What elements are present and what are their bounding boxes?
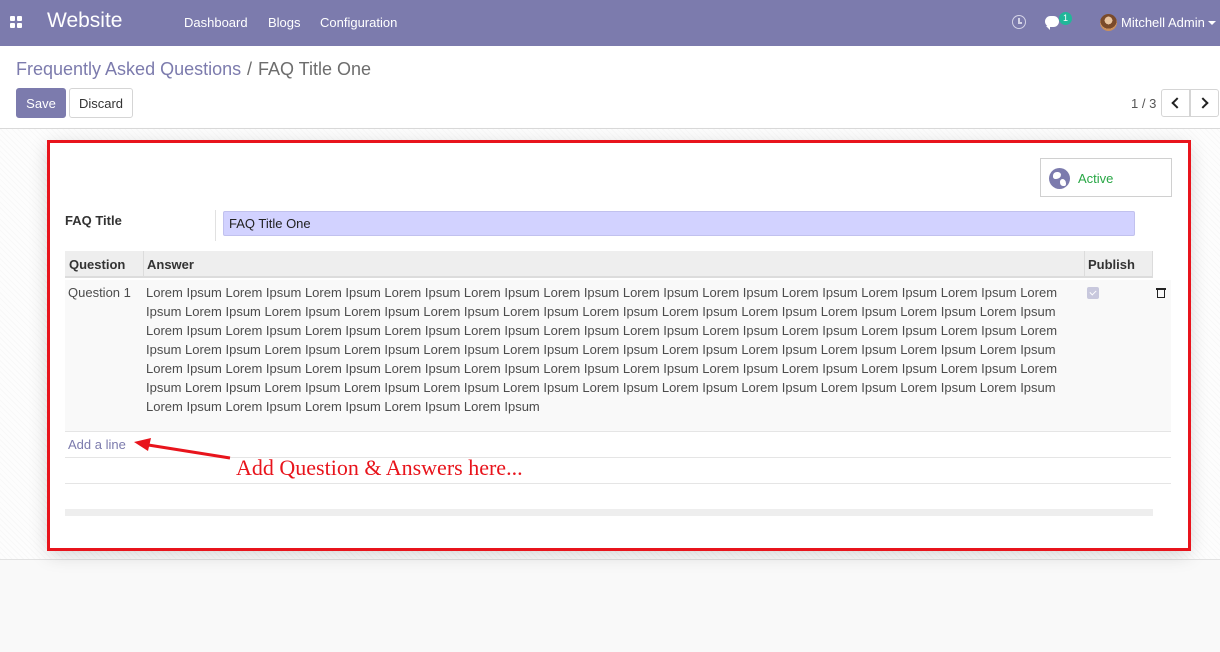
chevron-left-icon [1171,97,1183,109]
faq-title-input[interactable] [223,211,1135,236]
pager-previous-button[interactable] [1161,89,1190,117]
active-toggle-button[interactable]: Active [1040,158,1172,197]
breadcrumb-current: FAQ Title One [258,59,372,79]
table-header: Question Answer Publish [65,251,1153,278]
menu-configuration[interactable]: Configuration [320,15,397,30]
save-button[interactable]: Save [16,88,66,118]
breadcrumb-separator: / [247,59,253,79]
user-avatar[interactable] [1100,14,1117,31]
globe-icon [1049,168,1070,189]
faq-title-label: FAQ Title [65,213,122,228]
column-answer[interactable]: Answer [143,251,194,278]
menu-dashboard[interactable]: Dashboard [184,15,248,30]
table-footer [65,509,1153,516]
user-menu-caret-icon[interactable] [1208,21,1216,25]
publish-checkbox[interactable] [1087,287,1099,299]
pager-value[interactable]: 1 / 3 [1131,96,1156,111]
arrow-icon [134,438,231,460]
messages-count-badge: 1 [1059,12,1072,25]
trash-icon[interactable] [1156,288,1166,299]
answer-cell: Lorem Ipsum Lorem Ipsum Lorem Ipsum Lore… [146,285,1058,414]
field-divider [215,210,216,241]
column-publish[interactable]: Publish [1084,251,1153,278]
chevron-right-icon [1197,97,1209,109]
discard-button[interactable]: Discard [69,88,133,118]
add-a-line-link[interactable]: Add a line [68,437,126,452]
column-question[interactable]: Question [69,251,125,278]
table-row[interactable]: Question 1 Lorem Ipsum Lorem Ipsum Lorem… [65,280,1171,432]
annotation-text: Add Question & Answers here... [236,455,523,480]
chat-icon[interactable] [1045,16,1059,30]
app-title[interactable]: Website [47,9,122,33]
pager-next-button[interactable] [1190,89,1219,117]
top-navbar: Website Dashboard Blogs Configuration 1 … [0,0,1220,46]
table-divider [65,483,1171,484]
user-name[interactable]: Mitchell Admin [1121,15,1205,30]
breadcrumb-parent[interactable]: Frequently Asked Questions [16,59,241,80]
active-label: Active [1078,171,1114,186]
apps-menu-icon[interactable] [10,16,22,28]
activity-clock-icon[interactable] [1012,15,1026,29]
menu-blogs[interactable]: Blogs [268,15,301,30]
control-panel: Frequently Asked Questions / FAQ Title O… [0,46,1220,129]
question-cell: Question 1 [68,285,131,300]
